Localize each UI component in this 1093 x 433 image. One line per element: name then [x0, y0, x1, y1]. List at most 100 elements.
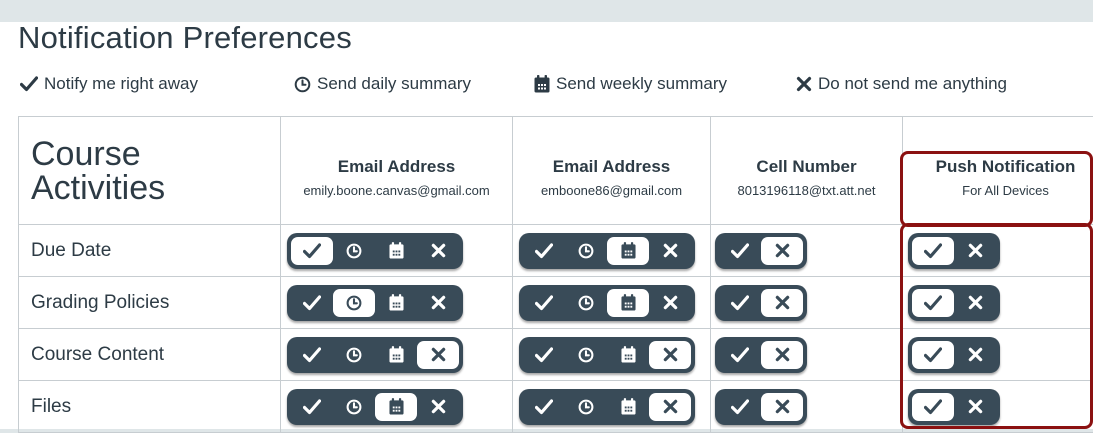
option-immediately[interactable] — [719, 393, 761, 421]
option-never[interactable] — [761, 289, 803, 317]
clock-icon — [578, 347, 594, 363]
option-immediately[interactable] — [523, 237, 565, 265]
frequency-toggle[interactable] — [519, 337, 695, 373]
option-never[interactable] — [954, 341, 996, 369]
legend-label: Send daily summary — [317, 74, 471, 94]
frequency-toggle[interactable] — [908, 389, 1000, 425]
legend-item-daily: Send daily summary — [294, 74, 471, 94]
row-label: Files — [19, 381, 281, 433]
option-weekly[interactable] — [375, 341, 417, 369]
table-row: Course Content — [19, 329, 1093, 381]
preference-cell — [513, 381, 711, 433]
calendar-icon — [621, 398, 636, 415]
frequency-toggle[interactable] — [519, 389, 695, 425]
option-daily[interactable] — [565, 393, 607, 421]
calendar-icon — [389, 398, 404, 415]
option-immediately[interactable] — [912, 393, 954, 421]
option-weekly[interactable] — [375, 393, 417, 421]
frequency-toggle[interactable] — [519, 233, 695, 269]
check-icon — [303, 295, 321, 311]
x-icon — [775, 399, 790, 414]
option-daily[interactable] — [333, 237, 375, 265]
option-immediately[interactable] — [719, 289, 761, 317]
frequency-toggle[interactable] — [287, 285, 463, 321]
x-icon — [431, 399, 446, 414]
frequency-toggle[interactable] — [287, 337, 463, 373]
option-weekly[interactable] — [607, 237, 649, 265]
option-never[interactable] — [417, 237, 459, 265]
option-weekly[interactable] — [375, 237, 417, 265]
frequency-toggle[interactable] — [908, 233, 1000, 269]
frequency-toggle[interactable] — [715, 233, 807, 269]
option-never[interactable] — [649, 341, 691, 369]
calendar-icon — [621, 346, 636, 363]
frequency-toggle[interactable] — [519, 285, 695, 321]
legend-label: Do not send me anything — [818, 74, 1007, 94]
preference-cell — [281, 225, 513, 277]
option-immediately[interactable] — [719, 341, 761, 369]
check-icon — [535, 347, 553, 363]
option-immediately[interactable] — [291, 237, 333, 265]
option-immediately[interactable] — [523, 393, 565, 421]
option-immediately[interactable] — [523, 289, 565, 317]
option-never[interactable] — [417, 289, 459, 317]
clock-icon — [346, 243, 362, 259]
calendar-icon — [389, 294, 404, 311]
preference-cell — [281, 277, 513, 329]
preference-cell — [513, 277, 711, 329]
option-weekly[interactable] — [607, 341, 649, 369]
option-daily[interactable] — [565, 341, 607, 369]
x-icon — [968, 295, 983, 310]
option-never[interactable] — [761, 237, 803, 265]
frequency-toggle[interactable] — [908, 337, 1000, 373]
preference-cell — [281, 381, 513, 433]
check-icon — [924, 295, 942, 311]
preference-cell — [903, 277, 1093, 329]
option-immediately[interactable] — [291, 393, 333, 421]
table-row: Grading Policies — [19, 277, 1093, 329]
check-icon — [20, 76, 38, 92]
option-daily[interactable] — [565, 237, 607, 265]
option-never[interactable] — [649, 289, 691, 317]
option-never[interactable] — [954, 289, 996, 317]
frequency-toggle[interactable] — [287, 389, 463, 425]
option-daily[interactable] — [565, 289, 607, 317]
frequency-toggle[interactable] — [715, 337, 807, 373]
option-weekly[interactable] — [607, 289, 649, 317]
option-never[interactable] — [954, 237, 996, 265]
row-label: Due Date — [19, 225, 281, 277]
option-never[interactable] — [649, 393, 691, 421]
channel-label: Push Notification — [903, 157, 1093, 177]
frequency-toggle[interactable] — [908, 285, 1000, 321]
preference-cell — [711, 381, 903, 433]
check-icon — [924, 399, 942, 415]
option-never[interactable] — [761, 341, 803, 369]
option-immediately[interactable] — [291, 289, 333, 317]
channel-address: 8013196118@txt.att.net — [711, 183, 902, 198]
option-daily[interactable] — [333, 341, 375, 369]
frequency-toggle[interactable] — [715, 285, 807, 321]
frequency-toggle[interactable] — [287, 233, 463, 269]
option-immediately[interactable] — [291, 341, 333, 369]
x-icon — [968, 347, 983, 362]
x-icon — [663, 399, 678, 414]
option-immediately[interactable] — [523, 341, 565, 369]
option-immediately[interactable] — [912, 341, 954, 369]
option-never[interactable] — [417, 393, 459, 421]
option-weekly[interactable] — [607, 393, 649, 421]
option-never[interactable] — [417, 341, 459, 369]
option-weekly[interactable] — [375, 289, 417, 317]
channel-header: Cell Number8013196118@txt.att.net — [711, 117, 903, 225]
calendar-icon — [534, 75, 550, 93]
option-never[interactable] — [954, 393, 996, 421]
frequency-toggle[interactable] — [715, 389, 807, 425]
option-immediately[interactable] — [912, 237, 954, 265]
option-immediately[interactable] — [719, 237, 761, 265]
channel-header: Email Addressemily.boone.canvas@gmail.co… — [281, 117, 513, 225]
option-daily[interactable] — [333, 289, 375, 317]
option-never[interactable] — [761, 393, 803, 421]
option-never[interactable] — [649, 237, 691, 265]
option-daily[interactable] — [333, 393, 375, 421]
option-immediately[interactable] — [912, 289, 954, 317]
clock-icon — [578, 295, 594, 311]
